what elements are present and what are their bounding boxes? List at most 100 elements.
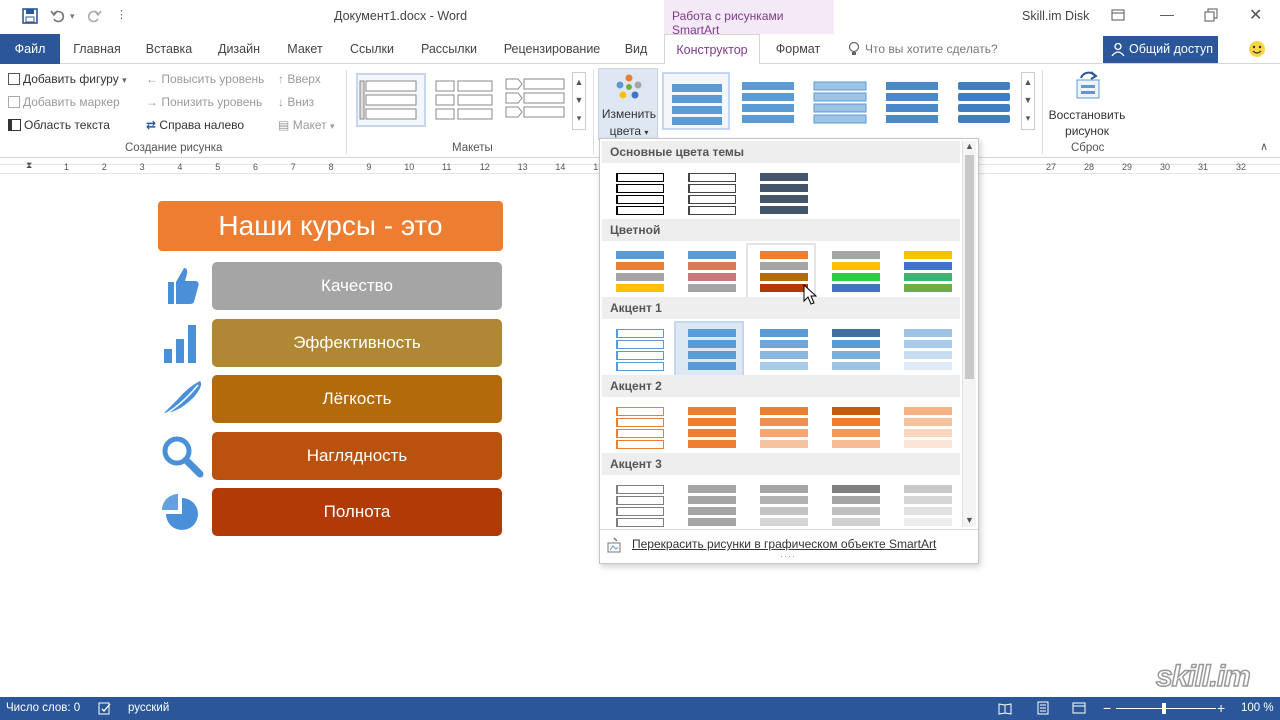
smiley-feedback-icon[interactable]: [1248, 40, 1266, 58]
color-option[interactable]: [676, 401, 742, 457]
color-option[interactable]: [748, 401, 814, 457]
smartart-item[interactable]: Качество: [212, 262, 502, 310]
color-option[interactable]: [674, 321, 744, 381]
redo-icon[interactable]: [86, 8, 102, 24]
read-mode-icon[interactable]: [998, 702, 1012, 715]
text-pane-icon: [8, 119, 21, 131]
customize-toolbar-icon[interactable]: ⋮: [116, 8, 127, 21]
account-name[interactable]: Skill.im Disk: [1022, 9, 1089, 23]
tab-insert[interactable]: Вставка: [136, 34, 202, 64]
layout-button[interactable]: ▤ Макет ▾: [278, 115, 335, 135]
share-button[interactable]: Общий доступ: [1103, 36, 1218, 63]
word-count[interactable]: Число слов: 0: [6, 697, 80, 720]
color-option[interactable]: [676, 245, 742, 301]
tab-review[interactable]: Рецензирование: [494, 34, 610, 64]
tell-me-input[interactable]: Что вы хотите сделать?: [865, 42, 998, 56]
smartart-item[interactable]: Эффективность: [212, 318, 502, 367]
zoom-out-icon[interactable]: −: [1103, 697, 1111, 720]
magnifier-icon[interactable]: [160, 434, 204, 478]
gallery-section-header: Акцент 3: [602, 453, 960, 475]
feather-icon[interactable]: [159, 377, 204, 421]
zoom-slider-thumb[interactable]: [1162, 703, 1166, 714]
color-option[interactable]: [892, 323, 958, 379]
tab-format[interactable]: Формат: [764, 34, 832, 64]
move-down-button[interactable]: ↓ Вниз: [278, 92, 314, 112]
add-bullet-button[interactable]: Добавить маркер: [8, 92, 120, 112]
minimize-icon[interactable]: —: [1160, 6, 1174, 22]
color-option[interactable]: [604, 323, 670, 379]
change-colors-button[interactable]: Изменить цвета ▾: [598, 68, 658, 140]
ribbon-display-icon[interactable]: [1111, 8, 1125, 22]
color-option[interactable]: [604, 401, 670, 457]
tab-smartart-design[interactable]: Конструктор: [664, 34, 760, 65]
color-option[interactable]: [820, 323, 886, 379]
web-layout-icon[interactable]: [1072, 701, 1086, 715]
tab-mailings[interactable]: Рассылки: [410, 34, 488, 64]
undo-dropdown-icon[interactable]: ▾: [70, 11, 75, 22]
recolor-pictures-option[interactable]: Перекрасить рисунки в графическом объект…: [604, 535, 944, 555]
language[interactable]: русский: [128, 697, 169, 720]
close-icon[interactable]: ✕: [1249, 5, 1262, 25]
restore-icon[interactable]: [1204, 8, 1218, 22]
color-option[interactable]: [676, 167, 742, 223]
add-shape-button[interactable]: Добавить фигуру ▾: [8, 69, 127, 89]
tab-view[interactable]: Вид: [616, 34, 656, 64]
smartart-item[interactable]: Наглядность: [212, 431, 502, 480]
color-option[interactable]: [820, 479, 886, 535]
save-icon[interactable]: [22, 8, 38, 24]
pie-chart-icon[interactable]: [160, 490, 204, 534]
tab-design[interactable]: Дизайн: [208, 34, 270, 64]
color-option[interactable]: [748, 323, 814, 379]
right-to-left-button[interactable]: ⇄ Справа налево: [146, 115, 244, 135]
scroll-up-icon[interactable]: ▲: [965, 141, 974, 151]
layout-option-2[interactable]: [432, 73, 498, 127]
smartart-item[interactable]: Лёгкость: [212, 375, 502, 423]
zoom-level[interactable]: 100 %: [1241, 697, 1274, 720]
smartart-title[interactable]: Наши курсы - это: [158, 201, 503, 251]
styles-scroll[interactable]: ▲ ▼ ▾: [1021, 72, 1035, 130]
color-option[interactable]: [604, 167, 670, 223]
color-option[interactable]: [820, 401, 886, 457]
style-option-1[interactable]: [662, 72, 730, 130]
zoom-slider-track[interactable]: [1116, 708, 1216, 709]
zoom-in-icon[interactable]: +: [1217, 697, 1225, 720]
tab-references[interactable]: Ссылки: [340, 34, 404, 64]
proofing-icon[interactable]: [98, 702, 112, 715]
indent-marker-icon[interactable]: ⧗: [26, 160, 32, 171]
color-option[interactable]: [748, 479, 814, 535]
thumbs-up-icon[interactable]: [160, 264, 204, 308]
promote-button[interactable]: ← Повысить уровень: [146, 69, 264, 89]
reset-graphic-button[interactable]: Восстановить рисунок: [1046, 68, 1128, 140]
color-option[interactable]: [676, 479, 742, 535]
layout-option-1[interactable]: [356, 73, 426, 127]
text-pane-button[interactable]: Область текста: [8, 115, 110, 135]
color-option[interactable]: [892, 479, 958, 535]
ruler-number: 28: [1084, 162, 1095, 172]
resize-grip[interactable]: ····: [780, 551, 796, 561]
print-layout-icon[interactable]: [1036, 701, 1050, 715]
tab-file[interactable]: Файл: [0, 34, 60, 64]
color-option[interactable]: [820, 245, 886, 301]
style-option-2[interactable]: [736, 72, 802, 130]
tab-layout[interactable]: Макет: [276, 34, 334, 64]
color-option[interactable]: [604, 479, 670, 535]
move-up-button[interactable]: ↑ Вверх: [278, 69, 321, 89]
layout-option-3[interactable]: [504, 73, 570, 127]
tab-home[interactable]: Главная: [64, 34, 130, 64]
demote-button[interactable]: → Понизить уровень: [146, 92, 262, 112]
layouts-scroll[interactable]: ▲ ▼ ▾: [572, 72, 586, 130]
smartart-item[interactable]: Полнота: [212, 488, 502, 536]
undo-icon[interactable]: [50, 8, 66, 24]
bar-chart-icon[interactable]: [160, 321, 204, 365]
scroll-down-icon[interactable]: ▼: [965, 515, 974, 525]
color-option[interactable]: [604, 245, 670, 301]
collapse-ribbon-icon[interactable]: ∧: [1260, 140, 1268, 153]
color-option[interactable]: [748, 167, 814, 223]
style-option-3[interactable]: [808, 72, 874, 130]
style-option-5[interactable]: [952, 72, 1018, 130]
style-option-4[interactable]: [880, 72, 946, 130]
color-option[interactable]: [892, 245, 958, 301]
gallery-scrollbar[interactable]: ▲ ▼: [962, 141, 976, 527]
color-option[interactable]: [892, 401, 958, 457]
scroll-thumb[interactable]: [965, 155, 974, 379]
